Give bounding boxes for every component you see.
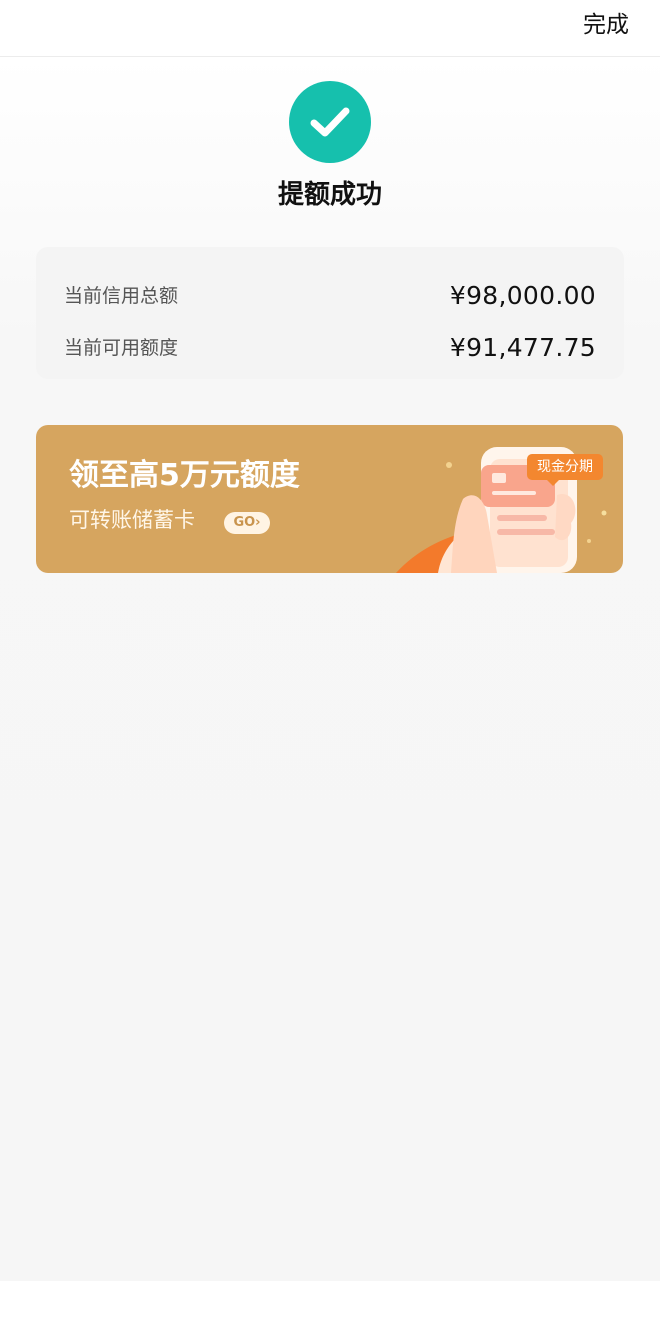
- phone-hand-illustration: [396, 447, 607, 573]
- credit-total-row: 当前信用总额 ¥98,000.00: [64, 278, 596, 314]
- main-content: 提额成功 当前信用总额 ¥98,000.00 当前可用额度 ¥91,477.75…: [0, 57, 660, 1281]
- bottom-safe-area: [0, 1281, 660, 1333]
- credit-total-value: ¥98,000.00: [449, 281, 596, 310]
- credit-available-row: 当前可用额度 ¥91,477.75: [64, 330, 596, 366]
- cash-installment-banner[interactable]: 领至高5万元额度 可转账储蓄卡 GO› 现金分期: [36, 425, 623, 573]
- credit-total-label: 当前信用总额: [64, 285, 179, 307]
- done-button[interactable]: 完成: [583, 9, 629, 41]
- promo-title: 领至高5万元额度: [69, 458, 300, 493]
- credit-summary-card: 当前信用总额 ¥98,000.00 当前可用额度 ¥91,477.75: [36, 247, 624, 379]
- credit-available-value: ¥91,477.75: [449, 333, 596, 362]
- cash-installment-tag: 现金分期: [527, 454, 603, 486]
- success-title: 提额成功: [277, 180, 382, 210]
- credit-available-label: 当前可用额度: [64, 337, 179, 359]
- go-button[interactable]: GO›: [224, 512, 270, 534]
- promo-subtitle: 可转账储蓄卡: [69, 508, 195, 532]
- top-bar: 完成: [0, 0, 660, 57]
- check-icon: [289, 81, 371, 163]
